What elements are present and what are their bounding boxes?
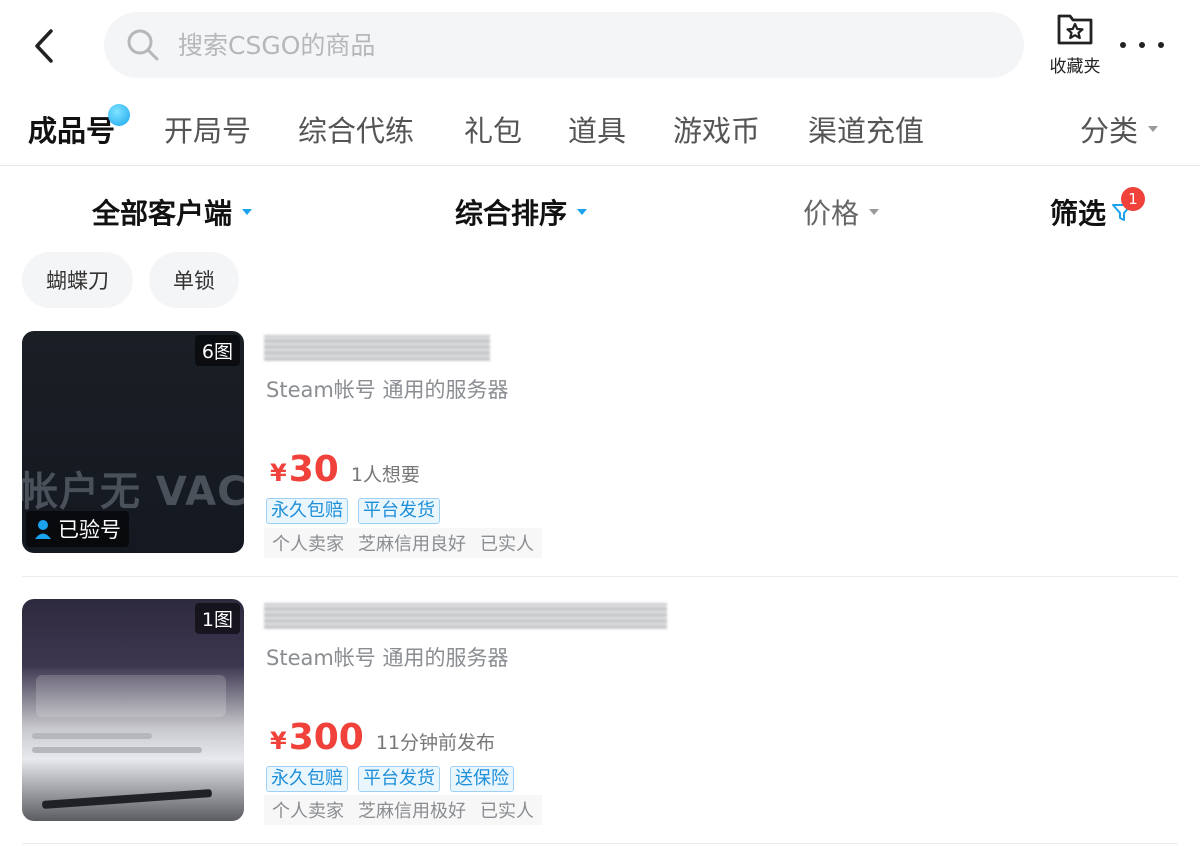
image-count-badge: 1图 xyxy=(194,603,240,634)
search-bar[interactable] xyxy=(104,12,1024,78)
seller-info: 个人卖家 芝麻信用极好 已实人 xyxy=(264,795,542,825)
rifle-image xyxy=(41,789,213,809)
thumbnail-text: 帐户无 VAC xyxy=(22,469,244,515)
category-tabs: 成品号 开局号 综合代练 礼包 道具 游戏币 渠道充值 分类 xyxy=(0,96,1200,166)
tag-badge: 平台发货 xyxy=(358,498,440,524)
tab-game-currency[interactable]: 游戏币 xyxy=(673,108,760,150)
price-sort-button[interactable]: 价格 xyxy=(803,192,880,232)
listing-price: 300 xyxy=(288,717,364,758)
tab-boosting[interactable]: 综合代练 xyxy=(298,108,414,150)
seller-credit: 芝麻信用良好 xyxy=(358,534,466,555)
chip-single-lock[interactable]: 单锁 xyxy=(149,252,239,308)
tab-starter-account[interactable]: 开局号 xyxy=(164,108,251,150)
more-dot-icon xyxy=(1120,42,1126,48)
more-dot-icon xyxy=(1139,42,1145,48)
listing-title-redacted xyxy=(264,603,667,629)
seller-type: 个人卖家 xyxy=(272,801,344,822)
filter-label: 筛选 xyxy=(1050,197,1107,230)
filter-count-badge: 1 xyxy=(1121,187,1145,211)
tab-gift-pack[interactable]: 礼包 xyxy=(464,108,522,150)
seller-verified: 已实人 xyxy=(480,534,534,555)
category-dropdown-label: 分类 xyxy=(1080,114,1139,148)
listing-meta: 1人想要 xyxy=(350,464,420,486)
favorites-label: 收藏夹 xyxy=(1049,57,1101,77)
thumbnail-line xyxy=(32,733,152,739)
divider xyxy=(22,576,1178,577)
tab-items[interactable]: 道具 xyxy=(568,108,626,150)
search-icon xyxy=(127,29,159,61)
price-row: ¥ 30 1人想要 xyxy=(270,449,420,490)
ranking-label: 综合排序 xyxy=(455,197,568,230)
listing-card[interactable]: 帐户无 VAC 6图 已验号 Steam帐号 通用的服务器 ¥ 30 1人想要 … xyxy=(0,331,1200,561)
listing-price: 30 xyxy=(288,449,339,490)
client-filter-label: 全部客户端 xyxy=(92,197,233,230)
chevron-left-icon xyxy=(35,29,53,63)
tag-list: 永久包赔 平台发货 送保险 xyxy=(266,766,514,792)
ranking-dropdown[interactable]: 综合排序 xyxy=(455,192,588,232)
listing-subtitle: Steam帐号 通用的服务器 xyxy=(266,646,509,670)
tab-channel-recharge[interactable]: 渠道充值 xyxy=(808,108,924,150)
image-count-badge: 6图 xyxy=(194,335,240,366)
chip-butterfly-knife[interactable]: 蝴蝶刀 xyxy=(22,252,133,308)
listing-title-redacted xyxy=(264,335,490,361)
listing-meta: 11分钟前发布 xyxy=(375,732,496,754)
star-folder-icon xyxy=(1057,14,1093,45)
search-input[interactable] xyxy=(178,30,958,60)
tag-badge: 永久包赔 xyxy=(266,498,348,524)
listing-subtitle: Steam帐号 通用的服务器 xyxy=(266,378,509,402)
caret-down-icon xyxy=(242,209,253,215)
top-bar: 收藏夹 xyxy=(0,0,1200,92)
currency-symbol: ¥ xyxy=(270,727,287,755)
back-button[interactable] xyxy=(24,24,64,68)
seller-verified: 已实人 xyxy=(480,801,534,822)
caret-down-icon xyxy=(869,209,880,215)
caret-down-icon xyxy=(577,209,588,215)
listing-card[interactable]: 1图 Steam帐号 通用的服务器 ¥ 300 11分钟前发布 永久包赔 平台发… xyxy=(0,599,1200,829)
more-dot-icon xyxy=(1158,42,1164,48)
caret-down-icon xyxy=(1148,126,1159,132)
price-row: ¥ 300 11分钟前发布 xyxy=(270,717,495,758)
tag-list: 永久包赔 平台发货 xyxy=(266,498,440,524)
sort-bar: 全部客户端 综合排序 价格 筛选 xyxy=(0,170,1200,250)
listing-thumbnail: 帐户无 VAC 6图 已验号 xyxy=(22,331,244,553)
currency-symbol: ¥ xyxy=(270,459,287,487)
listing-thumbnail: 1图 xyxy=(22,599,244,821)
favorites-button[interactable]: 收藏夹 xyxy=(1040,12,1110,78)
thumbnail-line xyxy=(32,747,202,753)
category-dropdown[interactable]: 分类 xyxy=(1080,108,1159,150)
verified-badge: 已验号 xyxy=(26,511,129,547)
price-sort-label: 价格 xyxy=(803,197,860,230)
divider xyxy=(22,843,1178,844)
client-filter-dropdown[interactable]: 全部客户端 xyxy=(92,192,253,232)
seller-info: 个人卖家 芝麻信用良好 已实人 xyxy=(264,528,542,558)
seller-type: 个人卖家 xyxy=(272,534,344,555)
tag-badge: 送保险 xyxy=(450,766,514,792)
person-icon xyxy=(35,520,51,539)
verified-label: 已验号 xyxy=(58,518,121,542)
new-indicator-dot xyxy=(108,104,130,126)
thumbnail-banner xyxy=(36,675,226,717)
more-options-button[interactable] xyxy=(1120,30,1164,60)
tab-finished-account[interactable]: 成品号 xyxy=(28,108,115,150)
tag-badge: 平台发货 xyxy=(358,766,440,792)
tag-badge: 永久包赔 xyxy=(266,766,348,792)
seller-credit: 芝麻信用极好 xyxy=(358,801,466,822)
